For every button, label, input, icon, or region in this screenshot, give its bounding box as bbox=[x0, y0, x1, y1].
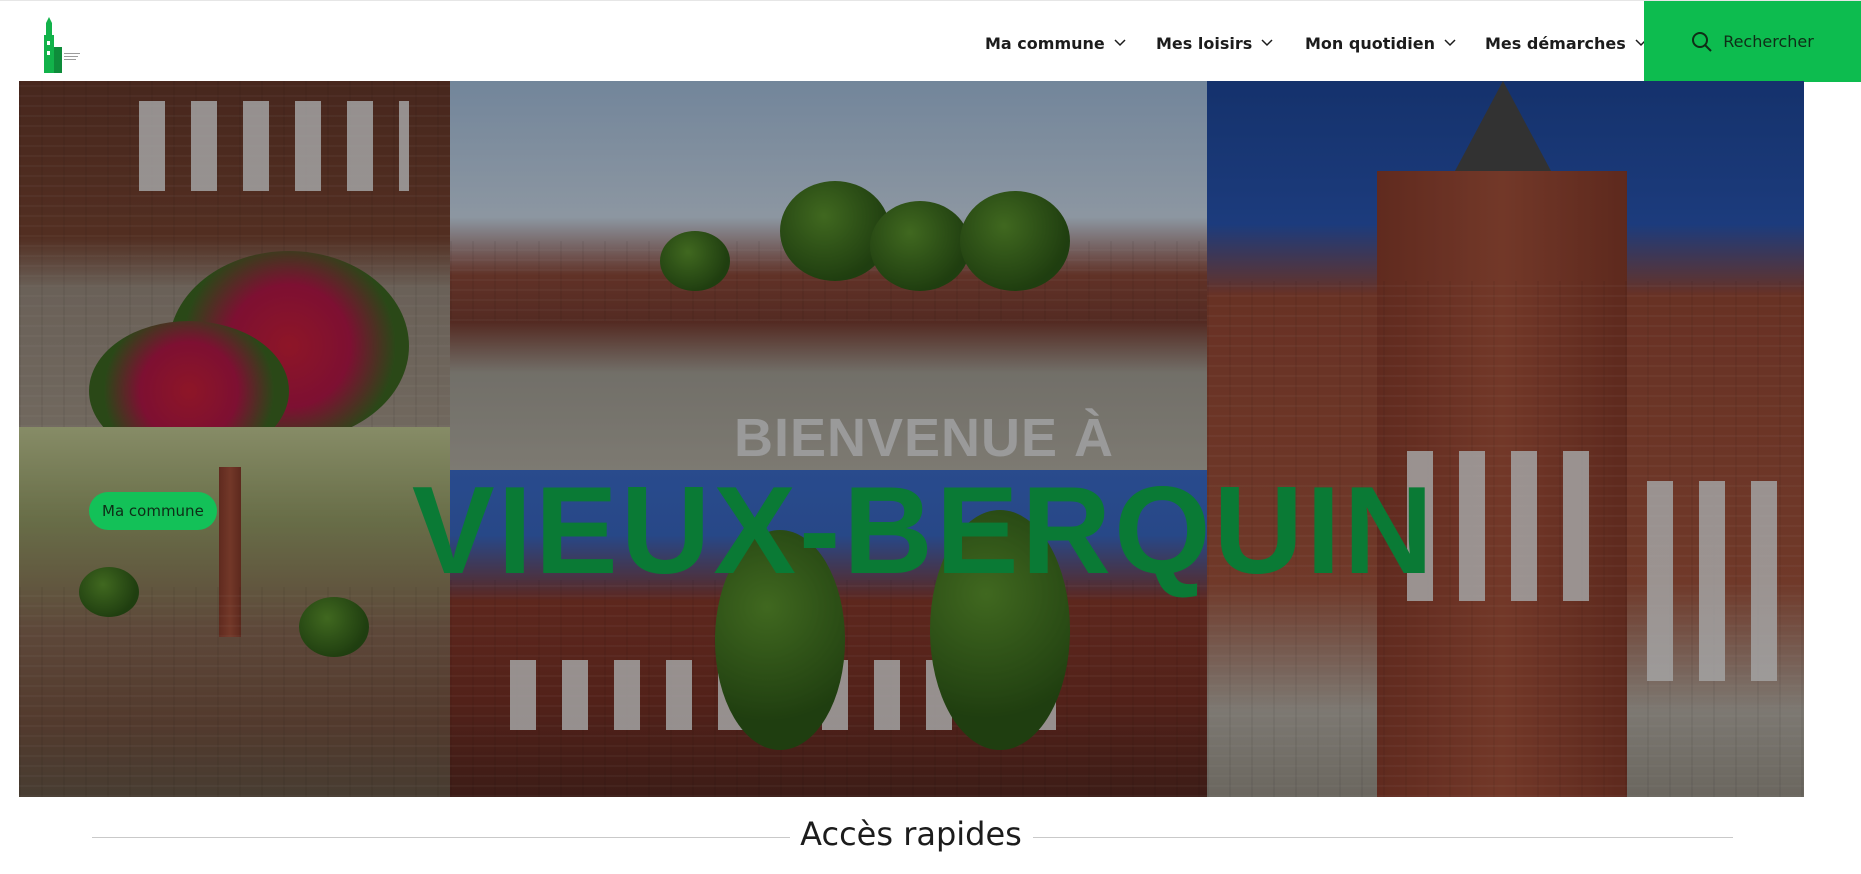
nav-item-label: Mes démarches bbox=[1485, 33, 1626, 53]
quick-access-title: Accès rapides bbox=[800, 815, 1022, 853]
hero-subtitle: BIENVENUE À bbox=[733, 408, 1115, 468]
chevron-down-icon bbox=[1114, 39, 1126, 47]
nav-item-label: Ma commune bbox=[985, 33, 1105, 53]
nav-item-mon-quotidien[interactable]: Mon quotidien bbox=[1305, 31, 1456, 55]
hero-banner: BIENVENUE À VIEUX-BERQUIN Ma commune bbox=[19, 81, 1804, 797]
nav-item-mes-demarches[interactable]: Mes démarches bbox=[1485, 31, 1647, 55]
nav-item-mes-loisirs[interactable]: Mes loisirs bbox=[1156, 31, 1273, 55]
town-logo-icon[interactable] bbox=[38, 17, 83, 73]
search-icon bbox=[1692, 31, 1712, 52]
quick-access-section: Accès rapides bbox=[0, 797, 1861, 874]
search-button[interactable]: Rechercher bbox=[1644, 1, 1861, 82]
nav-item-label: Mon quotidien bbox=[1305, 33, 1436, 53]
hero-title: VIEUX-BERQUIN bbox=[411, 462, 1437, 600]
chevron-down-icon bbox=[1444, 39, 1456, 47]
nav-item-label: Mes loisirs bbox=[1156, 33, 1253, 53]
hero-category-badge[interactable]: Ma commune bbox=[89, 492, 217, 530]
search-button-label: Rechercher bbox=[1723, 32, 1814, 51]
chevron-down-icon bbox=[1261, 39, 1273, 47]
nav-item-ma-commune[interactable]: Ma commune bbox=[985, 31, 1126, 55]
site-header: Ma commune Mes loisirs Mon quotidien Mes… bbox=[0, 0, 1861, 82]
divider-line bbox=[1033, 837, 1733, 838]
